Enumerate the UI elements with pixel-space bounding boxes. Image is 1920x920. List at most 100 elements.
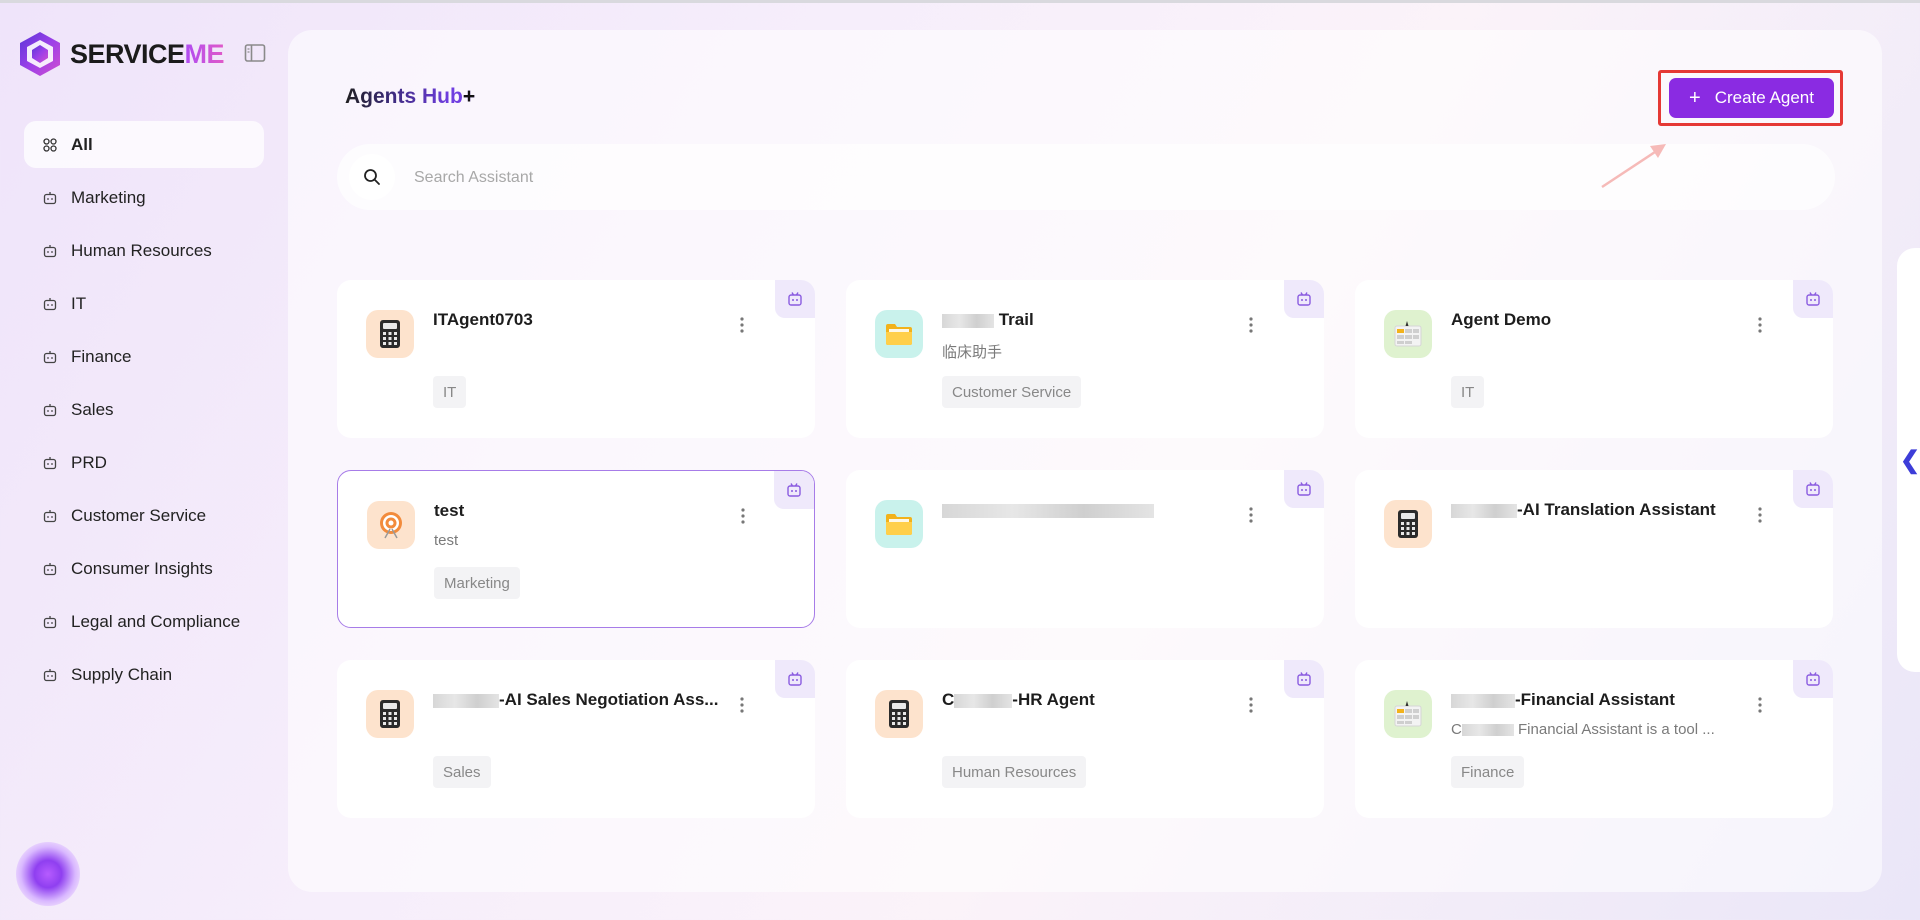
more-options-icon[interactable] [1752, 314, 1768, 336]
create-agent-button[interactable]: + Create Agent [1669, 78, 1834, 118]
bot-icon [42, 508, 58, 524]
plus-icon: + [1689, 86, 1701, 109]
grid-icon [42, 137, 58, 153]
agent-tag: Customer Service [942, 376, 1082, 408]
agent-title: Trail [942, 310, 1242, 330]
sidebar-item-label: Legal and Compliance [71, 611, 241, 631]
agent-title [942, 500, 1242, 520]
calculator-icon [1384, 500, 1432, 548]
search-icon[interactable] [349, 154, 395, 200]
agent-tag: IT [1451, 376, 1485, 408]
more-options-icon[interactable] [734, 694, 750, 716]
sidebar-item-prd[interactable]: PRD [24, 439, 264, 486]
sidebar-item-marketing[interactable]: Marketing [24, 174, 264, 221]
agent-tag: Marketing [434, 567, 520, 599]
agent-description: test [434, 532, 459, 549]
calculator-icon [875, 690, 923, 738]
chevron-left-icon[interactable]: ❮ [1900, 446, 1920, 475]
bot-icon [42, 243, 58, 259]
agent-card[interactable]: Agent Demo IT [1355, 280, 1833, 438]
sidebar-item-it[interactable]: IT [24, 280, 264, 327]
agent-card[interactable]: -AI Translation Assistant [1355, 470, 1833, 628]
agent-card[interactable]: test test Marketing [337, 470, 815, 628]
sidebar-item-supply-chain[interactable]: Supply Chain [24, 651, 264, 698]
agent-title: test [434, 501, 465, 520]
more-options-icon[interactable] [734, 314, 750, 336]
agent-title: Agent Demo [1451, 310, 1552, 329]
agent-card[interactable]: Trail 临床助手 Customer Service [846, 280, 1324, 438]
agent-card[interactable]: C -HR Agent Human Resources [846, 660, 1324, 818]
sidebar-item-label: IT [71, 293, 87, 313]
search-input[interactable] [412, 162, 1796, 194]
page-title: Agents Hub+ [345, 85, 476, 108]
sidebar-item-human-resources[interactable]: Human Resources [24, 227, 264, 274]
assistant-orb-icon[interactable] [16, 842, 80, 906]
agent-card[interactable]: ITAgent0703 IT [337, 280, 815, 438]
top-border [0, 0, 1920, 3]
agent-tag: Finance [1451, 756, 1525, 788]
brand-name: SERVICEME [70, 38, 225, 69]
bot-badge-icon [1284, 280, 1324, 318]
spreadsheet-icon [1384, 690, 1432, 738]
sidebar-item-label: Supply Chain [71, 664, 173, 684]
brand-logo[interactable]: SERVICEME [18, 30, 225, 78]
bot-icon [42, 296, 58, 312]
sidebar-item-legal-and-compliance[interactable]: Legal and Compliance [24, 598, 264, 645]
bot-badge-icon [1284, 470, 1324, 508]
agent-tag: Human Resources [942, 756, 1087, 788]
folder-icon [875, 500, 923, 548]
bot-badge-icon [1793, 470, 1833, 508]
agent-tag: IT [433, 376, 467, 408]
more-options-icon[interactable] [1752, 504, 1768, 526]
sidebar-item-finance[interactable]: Finance [24, 333, 264, 380]
more-options-icon[interactable] [1752, 694, 1768, 716]
target-icon [367, 501, 415, 549]
bot-icon [42, 614, 58, 630]
bot-icon [42, 561, 58, 577]
sidebar-item-label: PRD [71, 452, 107, 472]
sidebar-collapse-icon[interactable] [244, 43, 266, 63]
more-options-icon[interactable] [1243, 314, 1259, 336]
masked-title-prefix [1451, 503, 1517, 518]
more-options-icon[interactable] [1243, 694, 1259, 716]
masked-description-part [1461, 724, 1514, 737]
bot-badge-icon [774, 471, 814, 509]
bot-badge-icon [775, 280, 815, 318]
bot-badge-icon [1284, 660, 1324, 698]
agent-title: -AI Translation Assistant [1451, 500, 1751, 520]
sidebar-item-customer-service[interactable]: Customer Service [24, 492, 264, 539]
agent-title: C -HR Agent [942, 690, 1095, 709]
sidebar-item-consumer-insights[interactable]: Consumer Insights [24, 545, 264, 592]
spreadsheet-icon [1384, 310, 1432, 358]
sidebar-item-label: Human Resources [71, 240, 212, 260]
agent-card[interactable] [846, 470, 1324, 628]
sidebar-item-label: Customer Service [71, 505, 207, 525]
sidebar-item-sales[interactable]: Sales [24, 386, 264, 433]
bot-icon [42, 455, 58, 471]
agent-description: 临床助手 [942, 344, 1003, 361]
agent-tag: Sales [433, 756, 491, 788]
servicemelogo-icon [20, 32, 60, 76]
agent-title: ITAgent0703 [433, 310, 533, 329]
agent-card[interactable]: -Financial Assistant C Financial Assista… [1355, 660, 1833, 818]
category-nav: All Marketing Human Resources IT Finance… [24, 121, 264, 704]
calculator-icon [366, 310, 414, 358]
agent-card[interactable]: -AI Sales Negotiation Ass... Sales [337, 660, 815, 818]
bot-icon [42, 402, 58, 418]
bot-badge-icon [775, 660, 815, 698]
agent-title: -AI Sales Negotiation Ass... [433, 690, 733, 710]
folder-icon [875, 310, 923, 358]
masked-title-part [954, 693, 1013, 708]
masked-title [942, 503, 1154, 518]
masked-title-prefix [433, 693, 499, 708]
calculator-icon [366, 690, 414, 738]
bot-icon [42, 349, 58, 365]
sidebar-item-label: All [71, 134, 93, 154]
more-options-icon[interactable] [735, 505, 751, 527]
main-panel: Agents Hub+ + Create Agent ITAgent0703 I… [288, 30, 1882, 892]
bot-icon [42, 667, 58, 683]
create-agent-label: Create Agent [1714, 88, 1814, 107]
sidebar-item-all[interactable]: All [24, 121, 264, 168]
agent-description: C Financial Assistant is a tool ... [1451, 721, 1715, 738]
more-options-icon[interactable] [1243, 504, 1259, 526]
